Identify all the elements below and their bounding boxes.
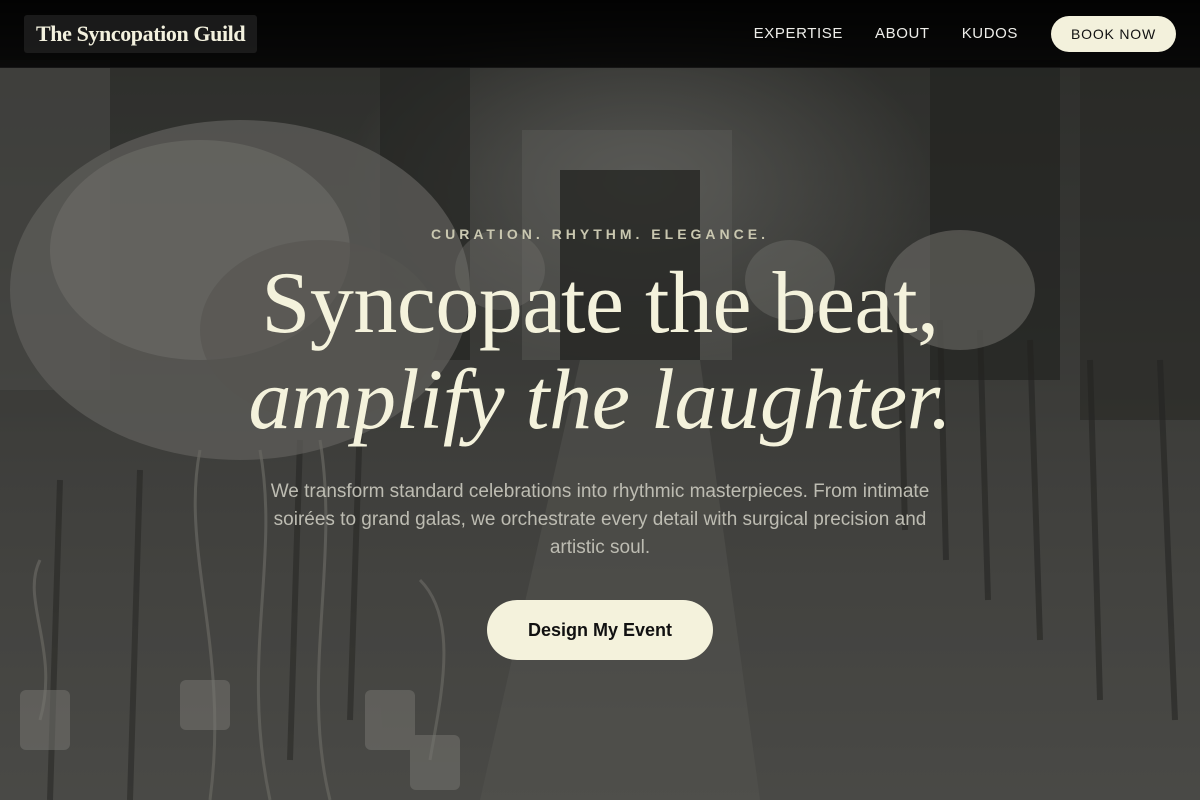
hero-headline-line1: Syncopate the beat, xyxy=(261,255,939,352)
brand-logo[interactable]: The Syncopation Guild xyxy=(24,14,258,53)
hero-section: CURATION. RHYTHM. ELEGANCE. Syncopate th… xyxy=(0,68,1200,800)
hero-eyebrow: CURATION. RHYTHM. ELEGANCE. xyxy=(431,226,769,242)
nav-link-expertise[interactable]: EXPERTISE xyxy=(754,25,843,42)
nav-link-about[interactable]: ABOUT xyxy=(875,25,930,42)
hero-description: We transform standard celebrations into … xyxy=(270,481,930,558)
hero-headline: Syncopate the beat, amplify the laughter… xyxy=(0,255,1200,447)
main-nav: EXPERTISE ABOUT KUDOS BOOK NOW xyxy=(722,15,1176,52)
design-my-event-button[interactable]: Design My Event xyxy=(487,600,713,660)
top-navigation-bar: The Syncopation Guild EXPERTISE ABOUT KU… xyxy=(0,0,1200,68)
nav-link-kudos[interactable]: KUDOS xyxy=(962,25,1018,42)
hero-headline-line2: amplify the laughter. xyxy=(248,351,952,447)
book-now-button[interactable]: BOOK NOW xyxy=(1051,15,1176,52)
